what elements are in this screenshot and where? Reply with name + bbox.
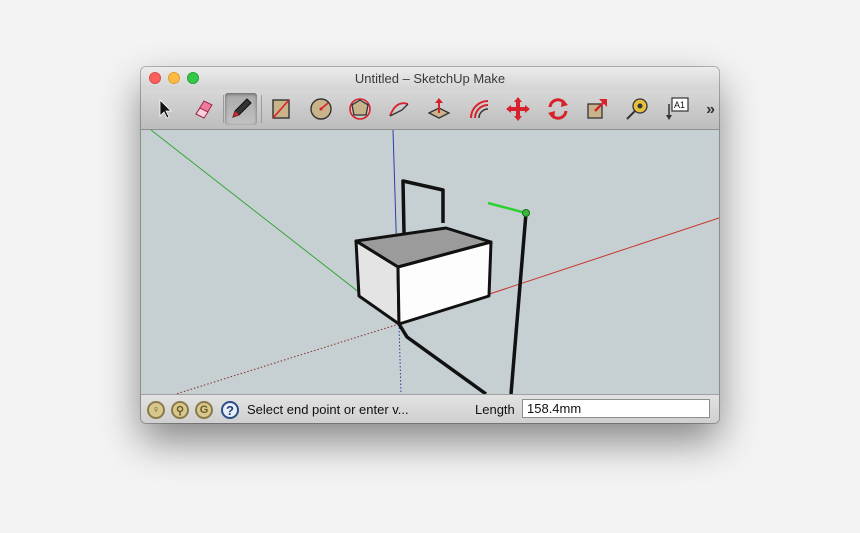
circle-tool-button[interactable]: [305, 93, 337, 125]
length-label: Length: [475, 402, 515, 417]
title-bar: Untitled – SketchUp Make: [141, 67, 719, 89]
arc-tool-button[interactable]: [383, 93, 415, 125]
line-tool-button[interactable]: [225, 93, 257, 125]
tape-measure-tool-button[interactable]: [621, 93, 653, 125]
rotate-tool-button[interactable]: [542, 93, 574, 125]
svg-text:A1: A1: [674, 100, 685, 110]
polygon-tool-button[interactable]: [344, 93, 376, 125]
select-tool-button[interactable]: [149, 93, 181, 125]
geolocation-icon[interactable]: ♀: [147, 401, 165, 419]
status-message: Select end point or enter v...: [247, 402, 409, 417]
offset-tool-button[interactable]: [463, 93, 495, 125]
pencil-icon: [232, 98, 252, 118]
status-bar: ♀ ⚲ G ? Select end point or enter v... L…: [141, 394, 719, 423]
drawn-line-vertical: [509, 212, 528, 394]
circle-icon: [310, 98, 332, 120]
red-axis-negative: [175, 323, 400, 394]
frame-edge-back: [401, 179, 445, 234]
move-tool-button[interactable]: [502, 93, 534, 125]
push-pull-tool-button[interactable]: [423, 93, 455, 125]
eraser-tool-button[interactable]: [187, 93, 219, 125]
blue-axis-negative: [398, 323, 402, 394]
frame-edge-bottom: [397, 323, 488, 394]
endpoint-marker: [522, 209, 530, 217]
model-canvas[interactable]: [141, 130, 719, 394]
text-icon: A1: [666, 97, 689, 120]
drawing-viewport[interactable]: [141, 130, 719, 394]
eraser-icon: [195, 100, 213, 119]
tape-measure-icon: [626, 98, 648, 120]
user-icon[interactable]: G: [195, 401, 213, 419]
toolbar: A1 »: [141, 89, 719, 130]
inference-line: [487, 201, 527, 215]
credits-icon[interactable]: ⚲: [171, 401, 189, 419]
rotate-icon: [548, 98, 568, 120]
move-icon: [506, 97, 530, 121]
toolbar-overflow-button[interactable]: »: [706, 101, 715, 119]
window-title: Untitled – SketchUp Make: [354, 71, 506, 86]
length-input[interactable]: [522, 399, 710, 418]
scale-tool-button[interactable]: [581, 93, 613, 125]
polygon-icon: [349, 98, 371, 120]
text-tool-button[interactable]: A1: [661, 93, 693, 125]
scale-icon: [587, 99, 607, 119]
arc-icon: [389, 102, 409, 117]
sketchup-window: Untitled – SketchUp Make A1 » ♀ ⚲ G ? Se…: [141, 67, 719, 423]
offset-icon: [470, 100, 489, 119]
push-pull-icon: [427, 98, 451, 119]
arrow-cursor-icon: [159, 99, 172, 119]
rectangle-tool-button[interactable]: [265, 93, 297, 125]
rectangle-icon: [272, 99, 290, 119]
help-icon[interactable]: ?: [221, 401, 239, 419]
